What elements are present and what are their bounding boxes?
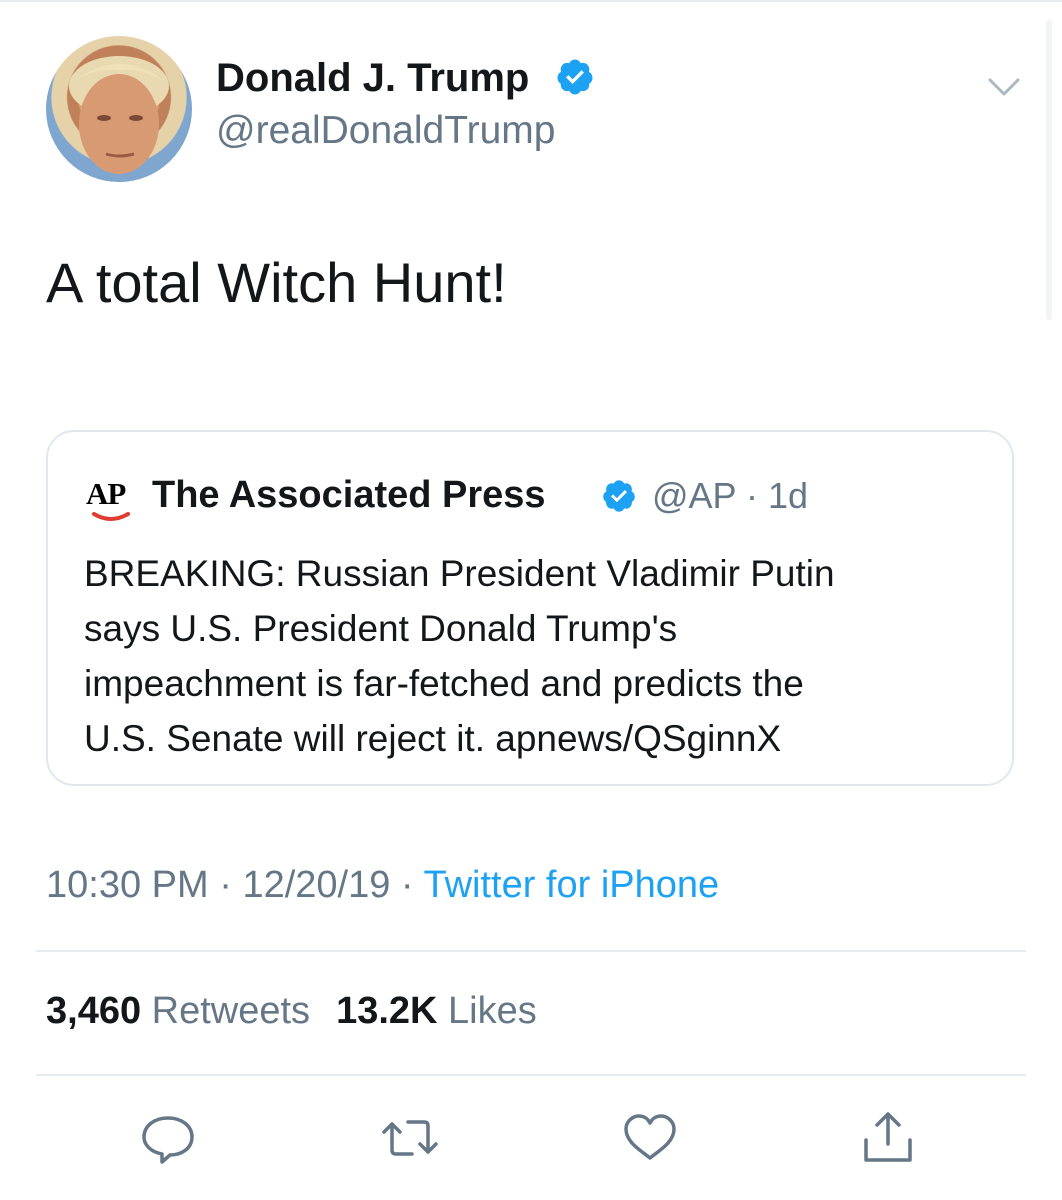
tweet-time: 10:30 PM xyxy=(46,864,209,906)
tweet-source-link[interactable]: Twitter for iPhone xyxy=(423,864,719,906)
divider xyxy=(36,950,1026,952)
ap-logo: AP xyxy=(86,476,138,526)
top-divider xyxy=(0,0,1062,2)
ap-logo-text: AP xyxy=(86,476,126,511)
quoted-meta: @AP · 1d xyxy=(652,475,808,517)
ap-logo-swoosh xyxy=(92,512,130,521)
tweet-text: A total Witch Hunt! xyxy=(46,251,507,314)
engagement-stats: 3,460 Retweets 13.2K Likes xyxy=(46,990,537,1033)
likes-stat[interactable]: 13.2K Likes xyxy=(336,990,537,1032)
quoted-text-line: BREAKING: Russian President Vladimir Put… xyxy=(84,553,835,594)
meta-separator: · xyxy=(745,475,758,516)
divider xyxy=(36,1074,1026,1076)
likes-label: Likes xyxy=(448,990,537,1032)
retweets-count: 3,460 xyxy=(46,990,142,1032)
author-handle[interactable]: @realDonaldTrump xyxy=(216,109,555,153)
quoted-age: 1d xyxy=(767,475,808,516)
share-icon xyxy=(864,1112,912,1162)
retweet-stat[interactable]: 3,460 Retweets xyxy=(46,990,310,1032)
share-button[interactable] xyxy=(858,1110,918,1166)
retweet-button[interactable] xyxy=(380,1110,440,1166)
quoted-text-line: impeachment is far-fetched and predicts … xyxy=(84,663,804,704)
quoted-text-line: says U.S. President Donald Trump's xyxy=(84,608,678,649)
chevron-down-icon[interactable] xyxy=(984,72,1024,102)
like-icon xyxy=(624,1114,676,1160)
retweets-label: Retweets xyxy=(151,990,311,1032)
quoted-text: BREAKING: Russian President Vladimir Put… xyxy=(84,546,984,766)
scrollbar[interactable] xyxy=(1046,20,1052,320)
quoted-tweet-card[interactable]: AP The Associated Press @AP · 1d BREAKIN… xyxy=(46,430,1014,786)
likes-count: 13.2K xyxy=(336,990,438,1032)
author-display-name[interactable]: Donald J. Trump xyxy=(216,56,529,101)
reply-icon xyxy=(142,1116,194,1164)
tweet-meta: 10:30 PM · 12/20/19 · Twitter for iPhone xyxy=(46,864,719,907)
quoted-text-line: U.S. Senate will reject it. apnews/QSgin… xyxy=(84,718,782,759)
quoted-author-name: The Associated Press xyxy=(152,474,546,516)
meta-separator: · xyxy=(400,864,414,906)
like-button[interactable] xyxy=(620,1110,680,1166)
verified-badge-icon xyxy=(557,59,593,95)
tweet-date: 12/20/19 xyxy=(242,864,391,906)
retweet-icon xyxy=(382,1120,438,1156)
meta-separator: · xyxy=(219,864,232,906)
reply-button[interactable] xyxy=(138,1110,198,1166)
avatar[interactable] xyxy=(46,36,192,182)
verified-badge-icon xyxy=(603,480,635,512)
quoted-handle: @AP xyxy=(652,475,736,516)
